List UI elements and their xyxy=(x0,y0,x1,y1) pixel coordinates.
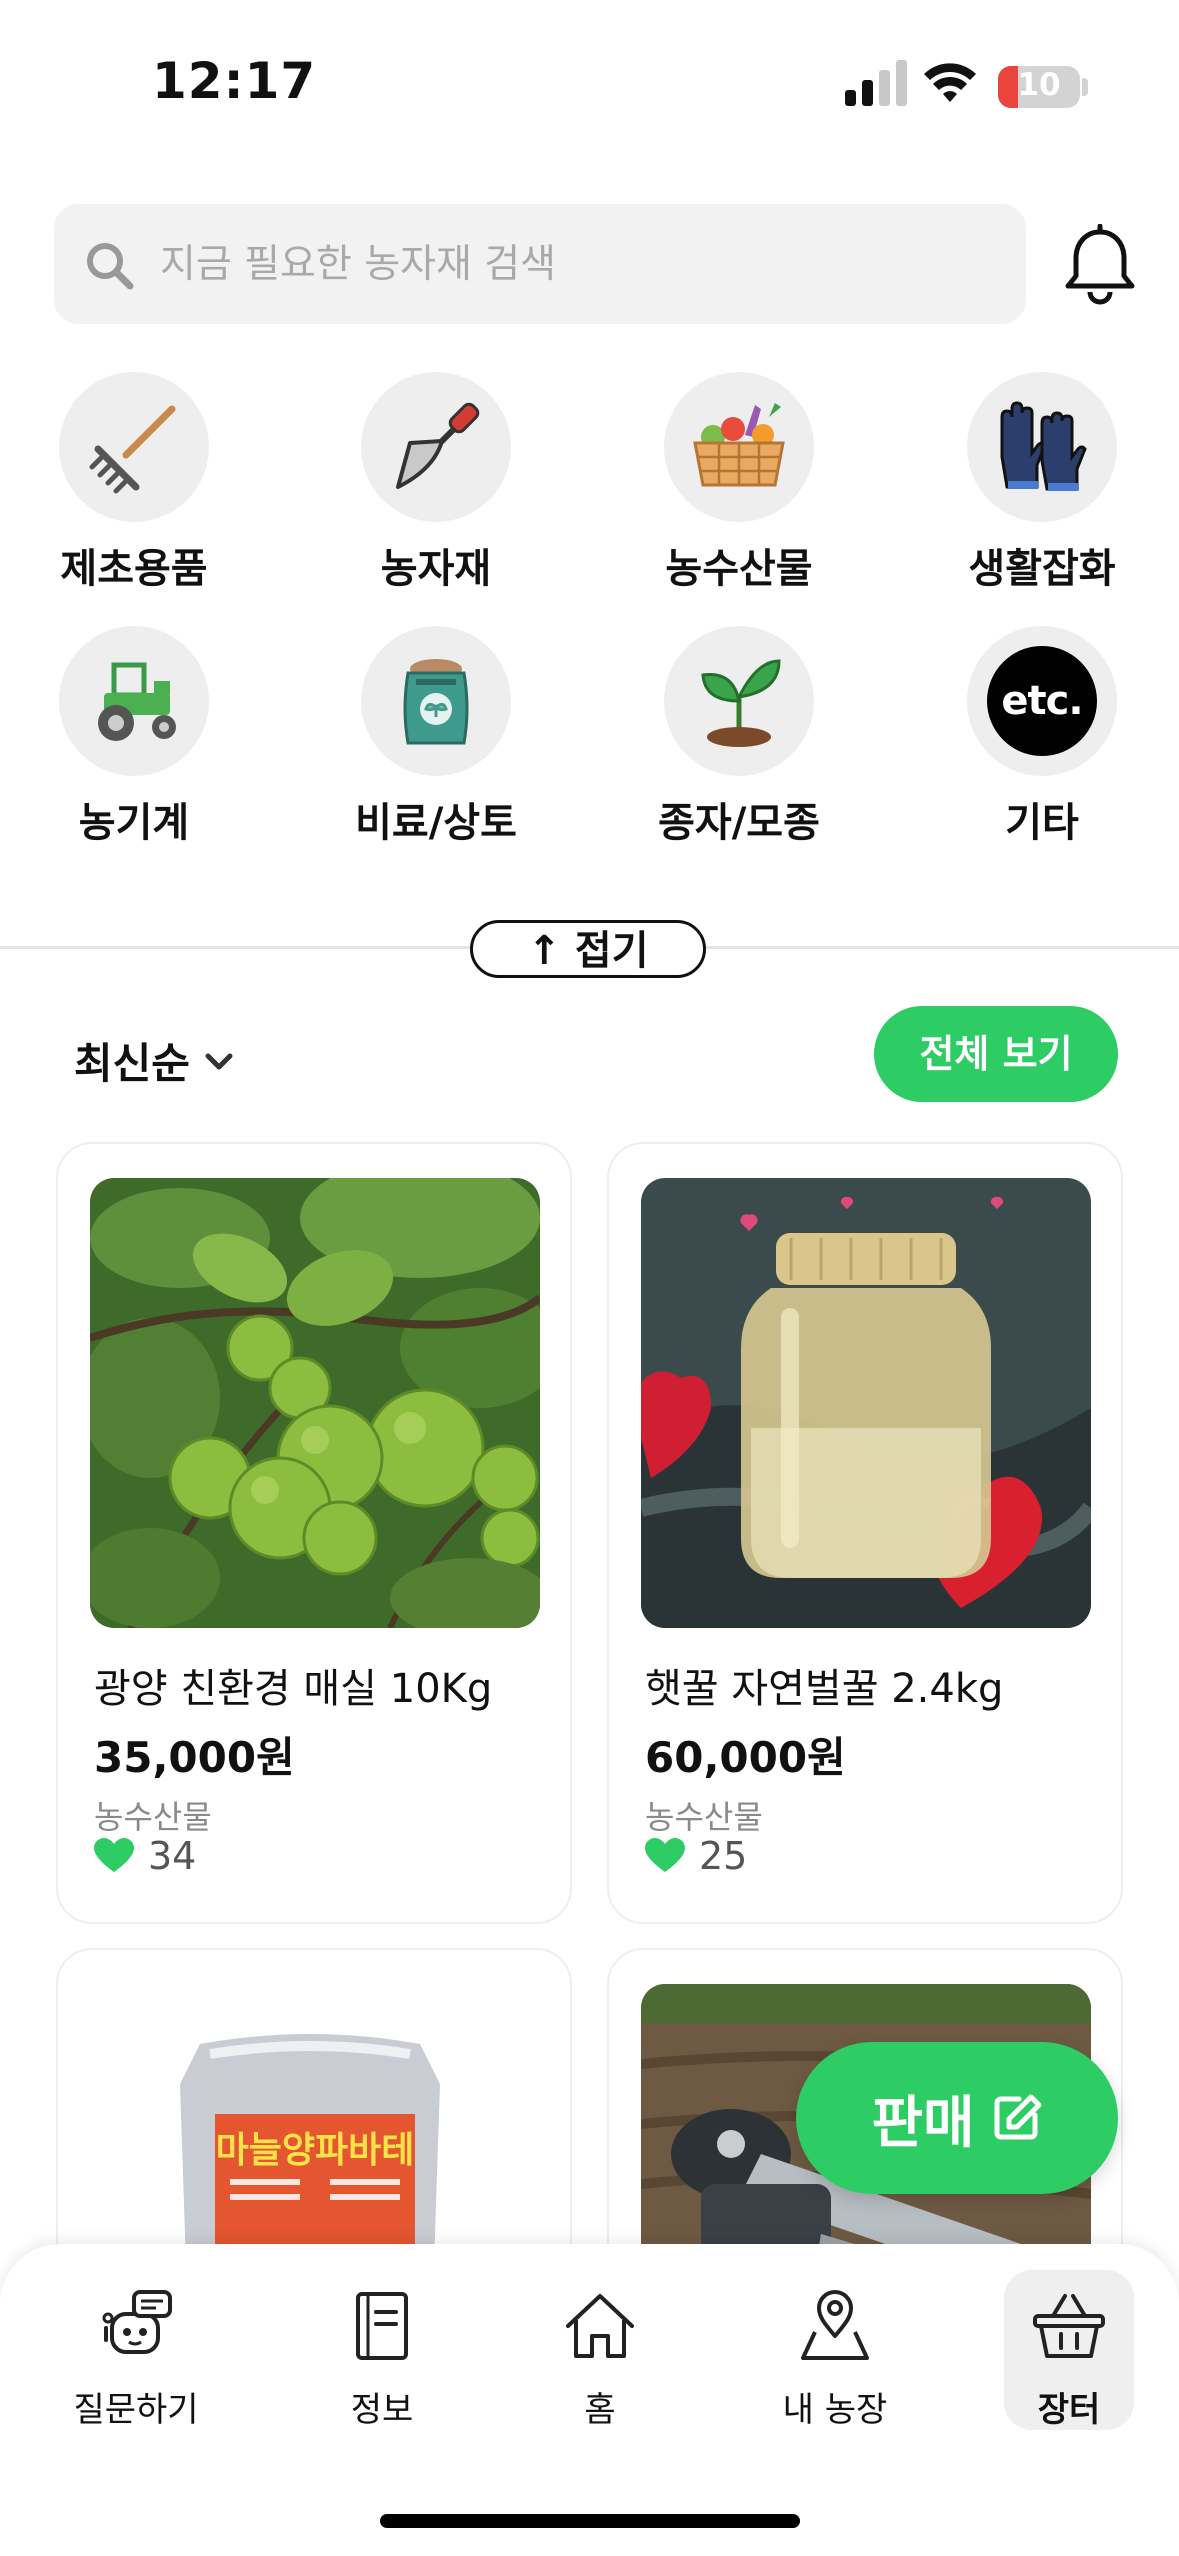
sell-label: 판매 xyxy=(871,2090,975,2156)
category-circle xyxy=(59,626,209,776)
view-all-button[interactable]: 전체 보기 xyxy=(874,1006,1118,1102)
nav-label: 홈 xyxy=(584,2390,616,2430)
sprout-icon xyxy=(701,659,781,747)
etc-icon: etc. xyxy=(987,646,1097,756)
nav-label: 내 농장 xyxy=(782,2390,888,2430)
like-count-value: 25 xyxy=(699,1834,748,1878)
nav-ask[interactable]: 질문하기 xyxy=(46,2270,226,2430)
category-label: 종자/모종 xyxy=(658,800,820,846)
heart-icon xyxy=(645,1838,685,1872)
category-circle xyxy=(59,372,209,522)
nav-label: 질문하기 xyxy=(73,2390,199,2430)
category-label: 농수산물 xyxy=(665,546,813,592)
product-category: 농수산물 xyxy=(94,1798,212,1836)
product-price: 35,000원 xyxy=(94,1733,295,1782)
nav-market[interactable]: 장터 xyxy=(1004,2270,1134,2430)
map-pin-icon xyxy=(801,2290,869,2360)
fertilizer-bag-icon xyxy=(403,659,469,745)
vegetable-basket-icon xyxy=(693,403,785,487)
sort-dropdown[interactable]: 최신순 xyxy=(74,1030,236,1091)
category-seeds[interactable]: 종자/모종 xyxy=(619,626,859,856)
status-time: 12:17 xyxy=(152,52,317,110)
sort-label: 최신순 xyxy=(74,1039,190,1088)
category-label: 기타 xyxy=(1005,800,1079,846)
category-produce[interactable]: 농수산물 xyxy=(619,372,859,602)
category-circle xyxy=(967,372,1117,522)
category-circle xyxy=(361,372,511,522)
category-circle xyxy=(664,626,814,776)
basket-icon xyxy=(1033,2294,1105,2358)
category-machinery[interactable]: 농기계 xyxy=(14,626,254,856)
category-label: 비료/상토 xyxy=(355,800,517,846)
tractor-icon xyxy=(98,662,176,741)
like-count-value: 34 xyxy=(148,1834,197,1878)
trowel-icon xyxy=(396,402,480,489)
gloves-icon xyxy=(1000,401,1087,491)
product-card[interactable]: 광양 친환경 매실 10Kg 35,000원 농수산물 34 xyxy=(56,1142,572,1924)
product-name: 햇꿀 자연벌꿀 2.4kg xyxy=(645,1666,1004,1712)
category-etc[interactable]: etc. 기타 xyxy=(922,626,1162,856)
battery-percent: 10 xyxy=(1017,67,1061,103)
green-plums-photo xyxy=(90,1178,540,1628)
robot-chat-icon xyxy=(102,2290,172,2354)
like-count: 25 xyxy=(645,1834,747,1878)
edit-icon xyxy=(994,2094,1042,2140)
nav-my-farm[interactable]: 내 농장 xyxy=(745,2270,925,2430)
cellular-signal-icon xyxy=(845,60,907,106)
category-farm-supplies[interactable]: 농자재 xyxy=(316,372,556,602)
honey-jar-photo xyxy=(641,1178,1091,1628)
search-icon xyxy=(87,243,134,290)
nav-home[interactable]: 홈 xyxy=(510,2270,690,2430)
product-image xyxy=(641,1178,1091,1628)
nav-info[interactable]: 정보 xyxy=(292,2270,472,2430)
bell-icon[interactable] xyxy=(1058,224,1142,308)
collapse-button[interactable]: ↑ 접기 xyxy=(470,920,706,978)
category-fertilizer[interactable]: 비료/상토 xyxy=(316,626,556,856)
chevron-down-icon xyxy=(205,1053,233,1069)
like-count: 34 xyxy=(94,1834,196,1878)
package-text: 마늘양파바테 xyxy=(216,2130,415,2171)
product-price: 60,000원 xyxy=(645,1733,846,1782)
category-label: 농기계 xyxy=(78,800,190,846)
home-indicator[interactable] xyxy=(380,2514,800,2528)
battery-indicator: 10 xyxy=(998,66,1080,108)
category-circle: etc. xyxy=(967,626,1117,776)
sell-button[interactable]: 판매 xyxy=(796,2042,1118,2194)
heart-icon xyxy=(94,1838,134,1872)
category-label: 농자재 xyxy=(380,546,492,592)
category-weeding[interactable]: 제초용품 xyxy=(14,372,254,602)
product-card[interactable]: 햇꿀 자연벌꿀 2.4kg 60,000원 농수산물 25 xyxy=(607,1142,1123,1924)
nav-label: 정보 xyxy=(350,2390,414,2430)
category-circle xyxy=(664,372,814,522)
search-input[interactable] xyxy=(160,228,980,300)
category-label: 생활잡화 xyxy=(968,546,1116,592)
category-label: 제초용품 xyxy=(60,546,208,592)
product-name: 광양 친환경 매실 10Kg xyxy=(94,1666,493,1712)
nav-label: 장터 xyxy=(1037,2390,1101,2430)
book-icon xyxy=(356,2292,408,2360)
category-household[interactable]: 생활잡화 xyxy=(922,372,1162,602)
battery-cap xyxy=(1082,78,1088,96)
wifi-icon xyxy=(924,63,976,102)
category-circle xyxy=(361,626,511,776)
rake-icon xyxy=(89,405,176,494)
home-icon xyxy=(566,2294,634,2358)
product-image xyxy=(90,1178,540,1628)
product-category: 농수산물 xyxy=(645,1798,763,1836)
